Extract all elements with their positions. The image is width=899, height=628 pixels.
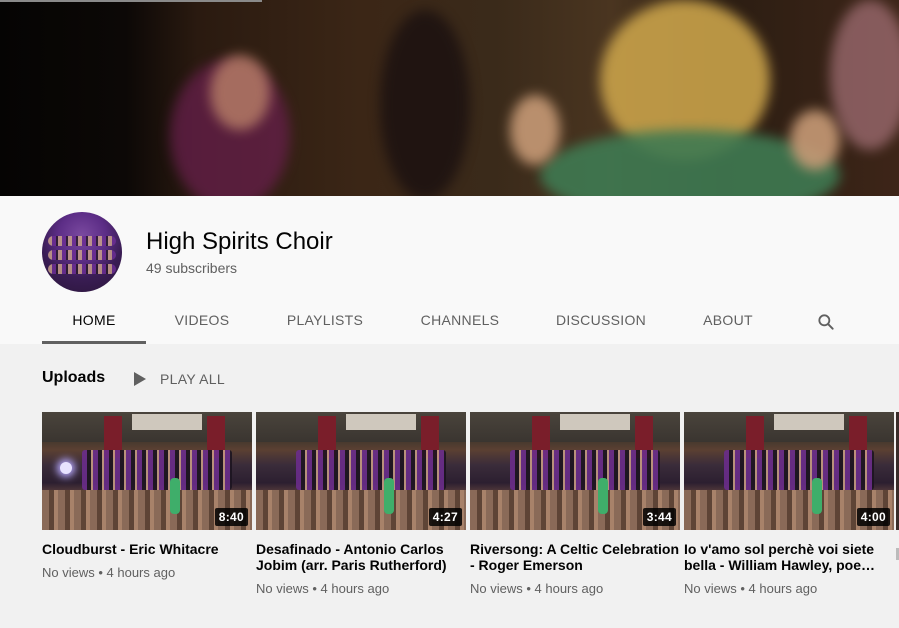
video-meta: No views • 4 hours ago — [684, 581, 818, 596]
tab-about[interactable]: ABOUT — [690, 300, 766, 344]
thumb-choir — [510, 450, 660, 490]
video-thumbnail[interactable]: 8:40 — [42, 412, 252, 530]
banner-hand-right — [790, 110, 840, 170]
video-meta: No views • 4 hours ago — [42, 565, 176, 580]
banner-figure-mid — [380, 10, 470, 196]
thumb-choir — [296, 450, 446, 490]
banner-figure-right — [830, 0, 899, 150]
video-title[interactable]: Desafinado - Antonio Carlos Jobim (arr. … — [256, 541, 466, 573]
video-card[interactable]: 8:40 Cloudburst - Eric Whitacre No views… — [42, 412, 252, 581]
banner-face-left — [210, 55, 270, 130]
thumb-conductor — [598, 478, 608, 514]
video-duration: 4:00 — [856, 508, 890, 526]
thumb-screen — [346, 414, 416, 430]
search-icon[interactable] — [816, 312, 836, 332]
thumb-conductor — [384, 478, 394, 514]
tab-home[interactable]: HOME — [42, 300, 146, 344]
channel-name: High Spirits Choir — [146, 228, 333, 255]
video-meta: No views • 4 hours ago — [256, 581, 390, 596]
banner-top-line — [0, 0, 262, 2]
play-icon — [134, 372, 146, 386]
channel-header: High Spirits Choir 49 subscribers HOME V… — [0, 196, 899, 344]
avatar-choir-row — [48, 250, 116, 260]
video-duration: 3:44 — [642, 508, 676, 526]
thumb-choir — [82, 450, 232, 490]
avatar-choir-row — [48, 236, 116, 246]
play-all-label: PLAY ALL — [160, 371, 225, 387]
thumb-light — [60, 462, 72, 474]
video-title[interactable]: Riversong: A Celtic Celebration - Roger … — [470, 541, 680, 573]
thumb-screen — [774, 414, 844, 430]
thumb-screen — [560, 414, 630, 430]
avatar-choir-row — [48, 264, 116, 274]
video-title[interactable]: Io v'amo sol perchè voi siete bella - Wi… — [684, 541, 894, 573]
video-thumbnail[interactable]: 4:00 — [684, 412, 894, 530]
video-card[interactable]: 4:27 Desafinado - Antonio Carlos Jobim (… — [256, 412, 466, 597]
subscriber-count: 49 subscribers — [146, 260, 238, 276]
tab-channels[interactable]: CHANNELS — [405, 300, 515, 344]
video-thumbnail[interactable]: 3:44 — [470, 412, 680, 530]
video-title[interactable]: Cloudburst - Eric Whitacre — [42, 541, 252, 557]
video-thumbnail[interactable]: 4:27 — [256, 412, 466, 530]
video-meta: No views • 4 hours ago — [470, 581, 604, 596]
thumb-screen — [132, 414, 202, 430]
banner-hand-left — [510, 95, 560, 165]
channel-avatar[interactable] — [42, 212, 122, 292]
uploads-heading[interactable]: Uploads — [42, 369, 105, 387]
video-card[interactable]: 4:00 Io v'amo sol perchè voi siete bella… — [684, 412, 894, 597]
thumb-conductor — [170, 478, 180, 514]
video-duration: 8:40 — [214, 508, 248, 526]
thumb-choir — [724, 450, 874, 490]
channel-banner — [0, 0, 899, 196]
tab-discussion[interactable]: DISCUSSION — [540, 300, 662, 344]
video-card[interactable]: 3:44 Riversong: A Celtic Celebration - R… — [470, 412, 680, 597]
thumb-conductor — [812, 478, 822, 514]
channel-tabs: HOME VIDEOS PLAYLISTS CHANNELS DISCUSSIO… — [0, 300, 899, 344]
tab-playlists[interactable]: PLAYLISTS — [270, 300, 380, 344]
play-all-button[interactable]: PLAY ALL — [130, 369, 225, 389]
video-duration: 4:27 — [428, 508, 462, 526]
tab-videos[interactable]: VIDEOS — [150, 300, 254, 344]
